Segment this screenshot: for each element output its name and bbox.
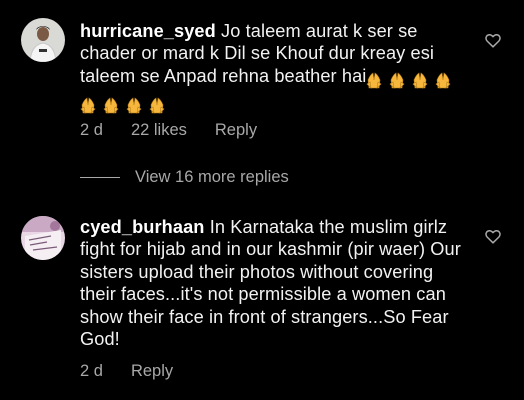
comment-time: 2 d — [80, 362, 103, 380]
folded-hands-icon — [366, 72, 451, 89]
comment-body: cyed_burhaan In Karnataka the muslim gir… — [80, 216, 472, 350]
username[interactable]: hurricane_syed — [80, 21, 216, 41]
like-count[interactable]: 22 likes — [131, 121, 187, 140]
view-more-replies-button[interactable]: View 16 more replies — [80, 167, 289, 187]
folded-hands-emoji-group — [366, 68, 458, 90]
comment-meta: 2 d Reply — [80, 362, 173, 381]
comment-meta: 2 d 22 likes Reply — [80, 121, 257, 140]
username[interactable]: cyed_burhaan — [80, 217, 205, 237]
comment-time: 2 d — [80, 121, 103, 139]
reply-button[interactable]: Reply — [215, 121, 257, 140]
folded-hands-icon — [80, 97, 165, 115]
avatar[interactable] — [21, 18, 65, 62]
comment-body: hurricane_syed Jo taleem aurat k ser se … — [80, 20, 472, 116]
divider — [80, 176, 120, 178]
reply-button[interactable]: Reply — [131, 362, 173, 381]
heart-icon[interactable] — [485, 33, 501, 48]
heart-icon[interactable] — [485, 229, 501, 244]
view-more-replies-label: View 16 more replies — [135, 167, 289, 186]
avatar[interactable] — [21, 216, 65, 260]
folded-hands-emoji-group — [80, 93, 172, 115]
